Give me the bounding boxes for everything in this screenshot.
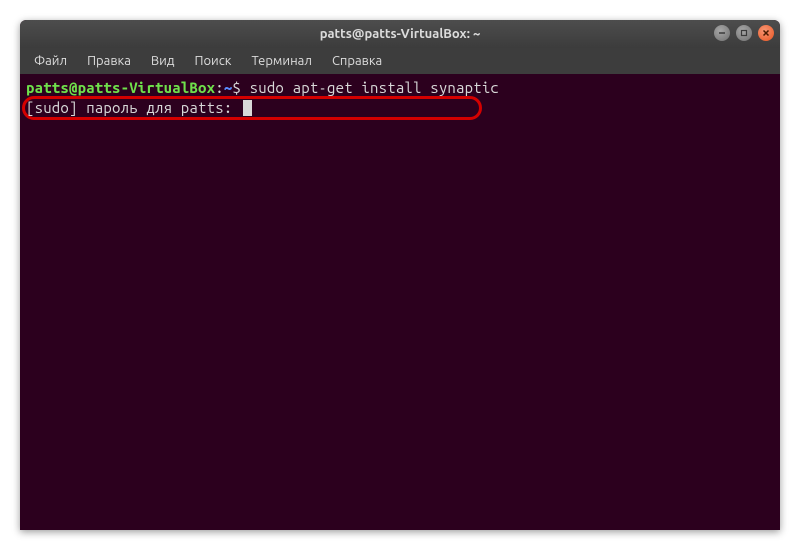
menu-help[interactable]: Справка xyxy=(322,50,392,72)
sudo-password-prompt: [sudo] пароль для patts: xyxy=(26,99,241,116)
menu-file[interactable]: Файл xyxy=(24,50,77,72)
minimize-button[interactable] xyxy=(714,25,730,41)
window-controls xyxy=(714,25,774,41)
terminal-line-1: patts@patts-VirtualBox:~$ sudo apt-get i… xyxy=(26,78,774,97)
close-button[interactable] xyxy=(758,25,774,41)
menu-search[interactable]: Поиск xyxy=(184,50,241,72)
titlebar[interactable]: patts@patts-VirtualBox: ~ xyxy=(20,20,780,48)
prompt-user-host: patts@patts-VirtualBox xyxy=(26,79,215,96)
terminal-line-2-wrap: [sudo] пароль для patts: xyxy=(26,98,252,117)
terminal-window: patts@patts-VirtualBox: ~ Файл Правка Ви… xyxy=(20,20,780,530)
command-text: sudo apt-get install synaptic xyxy=(250,79,499,96)
maximize-button[interactable] xyxy=(736,25,752,41)
menu-view[interactable]: Вид xyxy=(141,50,185,72)
prompt-dollar: $ xyxy=(232,79,249,96)
cursor-icon xyxy=(243,100,252,116)
menubar: Файл Правка Вид Поиск Терминал Справка xyxy=(20,48,780,74)
menu-terminal[interactable]: Терминал xyxy=(241,50,321,72)
prompt-colon: : xyxy=(215,79,224,96)
terminal-body[interactable]: patts@patts-VirtualBox:~$ sudo apt-get i… xyxy=(20,74,780,121)
window-title: patts@patts-VirtualBox: ~ xyxy=(320,27,481,41)
menu-edit[interactable]: Правка xyxy=(77,50,141,72)
